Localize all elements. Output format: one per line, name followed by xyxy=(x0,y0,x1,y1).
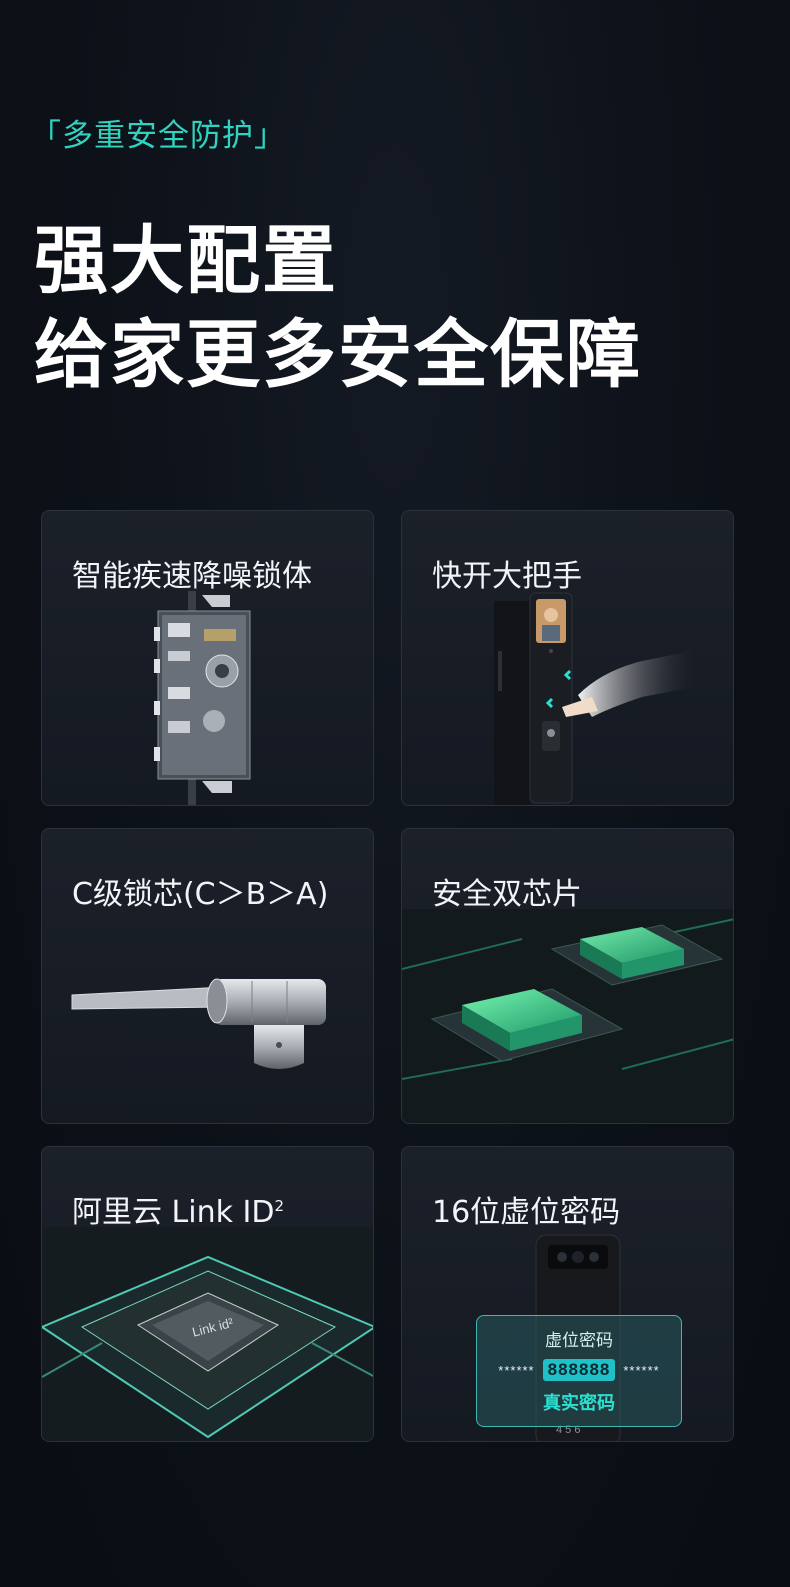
feature-card-dual-chip: 安全双芯片 xyxy=(401,828,734,1124)
real-code-box: 888888 xyxy=(542,1359,616,1381)
feature-card-title: 阿里云 Link ID2 xyxy=(72,1187,284,1231)
password-row: ****** 888888 ****** xyxy=(477,1359,681,1381)
feature-card-title: 智能疾速降噪锁体 xyxy=(72,559,312,594)
feature-card-link-id: 阿里云 Link ID2 Link id² xyxy=(41,1146,374,1442)
masked-digits-left: ****** xyxy=(498,1362,535,1378)
feature-card-title-text: 阿里云 Link ID xyxy=(72,1195,275,1230)
feature-card-title: C级锁芯(C＞B＞A) xyxy=(72,877,329,912)
masked-digits-right: ****** xyxy=(623,1362,660,1378)
headline-line-1: 强大配置 xyxy=(34,218,338,304)
feature-card-lock-body: 智能疾速降噪锁体 xyxy=(41,510,374,806)
feature-card-virtual-password: 16位虚位密码 4 5 6 虚位密码 ****** 888888 ****** … xyxy=(401,1146,734,1442)
virtual-password-label: 虚位密码 xyxy=(545,1331,613,1350)
virtual-password-panel: 虚位密码 ****** 888888 ****** 真实密码 xyxy=(476,1315,682,1427)
feature-card-title: 16位虚位密码 xyxy=(432,1195,621,1230)
section-tagline: 「多重安全防护」 xyxy=(30,118,286,154)
feature-card-title: 安全双芯片 xyxy=(432,877,582,912)
feature-card-handle: 快开大把手 xyxy=(401,510,734,806)
headline-line-2: 给家更多安全保障 xyxy=(34,312,642,398)
real-password-label: 真实密码 xyxy=(543,1393,615,1413)
feature-card-title-sup: 2 xyxy=(274,1197,285,1215)
feature-card-title: 快开大把手 xyxy=(432,559,582,594)
feature-card-cylinder: C级锁芯(C＞B＞A) xyxy=(41,828,374,1124)
